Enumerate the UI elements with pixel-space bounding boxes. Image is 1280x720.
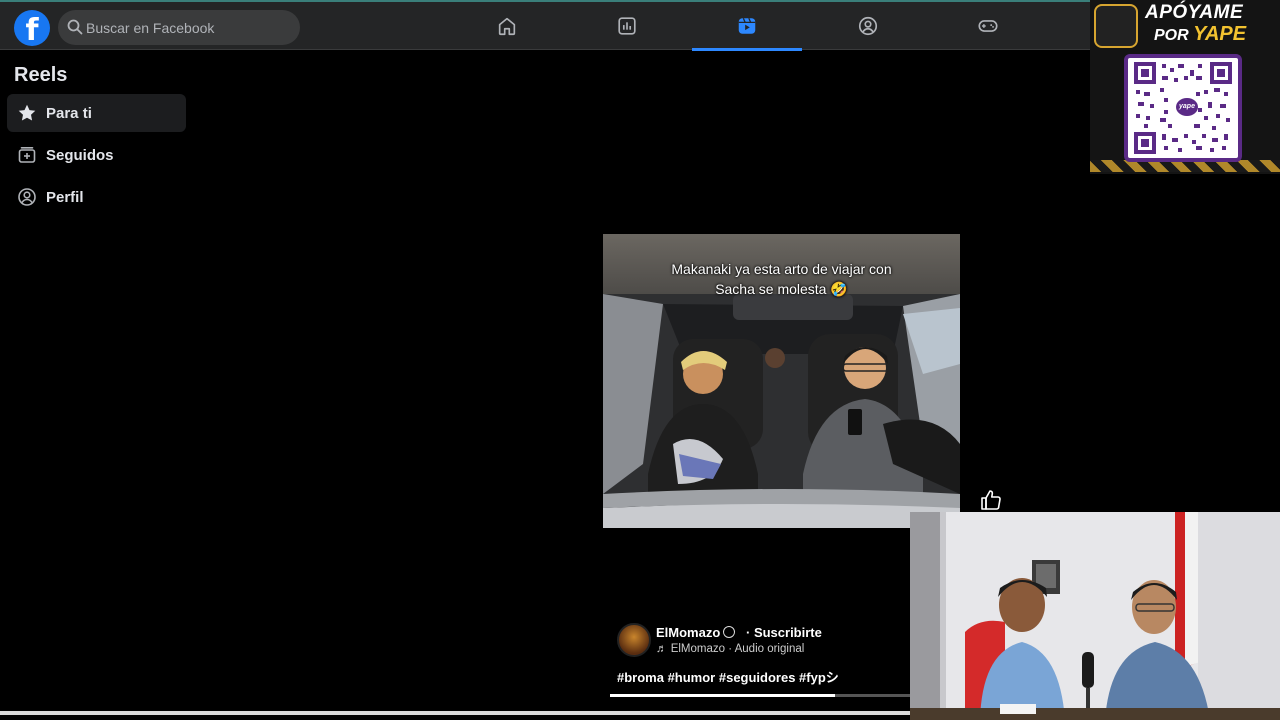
sidebar-item-label: Perfil	[46, 188, 84, 206]
following-icon	[16, 144, 38, 166]
webcam-feed-two-hosts	[910, 512, 1280, 720]
reel-video[interactable]: Makanaki ya esta arto de viajar con Sach…	[603, 234, 960, 528]
sidebar-item-label: Seguidos	[46, 146, 114, 164]
audio-label[interactable]: ♬ ElMomazo · Audio original	[656, 643, 804, 655]
author-name[interactable]: ElMomazo	[656, 625, 720, 640]
profile-icon	[16, 186, 38, 208]
dashboard-icon	[618, 17, 636, 35]
sidebar-item-para-ti[interactable]: Para ti	[7, 94, 186, 132]
video-caption: Makanaki ya esta arto de viajar con Sach…	[671, 261, 892, 297]
subscribe-link[interactable]: · Suscribirte	[746, 625, 822, 640]
bottom-strip	[0, 711, 910, 715]
qr-code: yape	[1124, 54, 1242, 162]
author-avatar[interactable]	[617, 623, 651, 657]
verified-icon	[723, 626, 735, 638]
webcam-overlay	[910, 512, 1280, 720]
tab-home[interactable]	[452, 2, 562, 50]
sidebar-item-seguidos[interactable]: Seguidos	[7, 136, 186, 174]
home-icon	[498, 17, 516, 36]
video-progress-fill	[610, 694, 835, 697]
top-navigation-bar: f	[0, 0, 1090, 51]
search-icon	[67, 19, 83, 35]
sidebar-item-perfil[interactable]: Perfil	[7, 178, 186, 216]
sidebar-item-label: Para ti	[46, 104, 92, 122]
tab-reels[interactable]	[692, 2, 802, 51]
tab-gaming[interactable]	[933, 2, 1043, 50]
overlay-subtitle: POR YAPE	[1154, 23, 1247, 45]
facebook-logo[interactable]: f	[14, 10, 50, 46]
search-box[interactable]	[58, 10, 300, 45]
tab-groups[interactable]	[813, 2, 923, 50]
video-frame-car-interior	[603, 294, 960, 528]
thumbs-up-icon	[981, 490, 1001, 510]
sidebar-title: Reels	[14, 64, 68, 86]
reels-icon	[738, 17, 756, 34]
yape-donation-overlay: APÓYAME POR YAPE yape	[1090, 0, 1280, 174]
star-icon	[16, 102, 38, 124]
overlay-title: APÓYAME	[1145, 2, 1244, 23]
mascot-logo	[1094, 4, 1138, 48]
tab-dashboard[interactable]	[572, 2, 682, 50]
gaming-icon	[978, 20, 998, 32]
groups-icon	[858, 16, 878, 36]
search-input[interactable]	[86, 10, 291, 45]
like-button[interactable]	[978, 487, 1004, 513]
hashtags[interactable]: #broma #humor #seguidores #fypシ	[617, 667, 839, 686]
yape-badge: yape	[1176, 98, 1198, 116]
video-progress-bar[interactable]	[610, 694, 910, 697]
